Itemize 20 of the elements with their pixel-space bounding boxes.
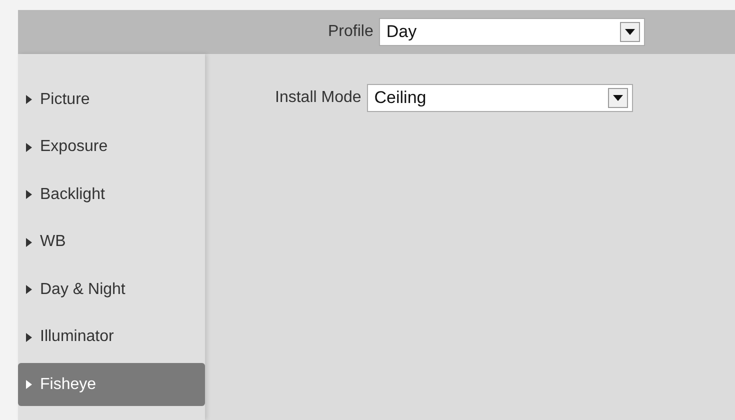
sidebar-item[interactable]: Fisheye	[18, 363, 205, 406]
sidebar-item[interactable]: Day & Night	[18, 268, 205, 311]
profile-select[interactable]: Day	[379, 18, 646, 46]
sidebar-item[interactable]: Illuminator	[18, 316, 205, 358]
caret-icon	[26, 380, 32, 389]
caret-icon	[26, 332, 32, 342]
caret-icon	[26, 238, 32, 246]
sidebar-item[interactable]: Picture	[18, 78, 205, 121]
sidebar-item[interactable]: Backlight	[18, 173, 205, 216]
caret-icon	[26, 95, 32, 104]
sidebar-item[interactable]: WB	[18, 220, 205, 264]
install-mode-label: Install Mode	[275, 89, 362, 107]
dropdown-icon[interactable]	[608, 88, 628, 108]
profile-label: Profile	[328, 23, 374, 41]
caret-icon	[26, 285, 32, 294]
dropdown-icon[interactable]	[620, 22, 640, 42]
caret-icon	[26, 142, 32, 152]
caret-icon	[26, 190, 32, 199]
sidebar-item[interactable]: Exposure	[18, 126, 205, 168]
install-mode-select[interactable]: Ceiling	[367, 84, 634, 112]
